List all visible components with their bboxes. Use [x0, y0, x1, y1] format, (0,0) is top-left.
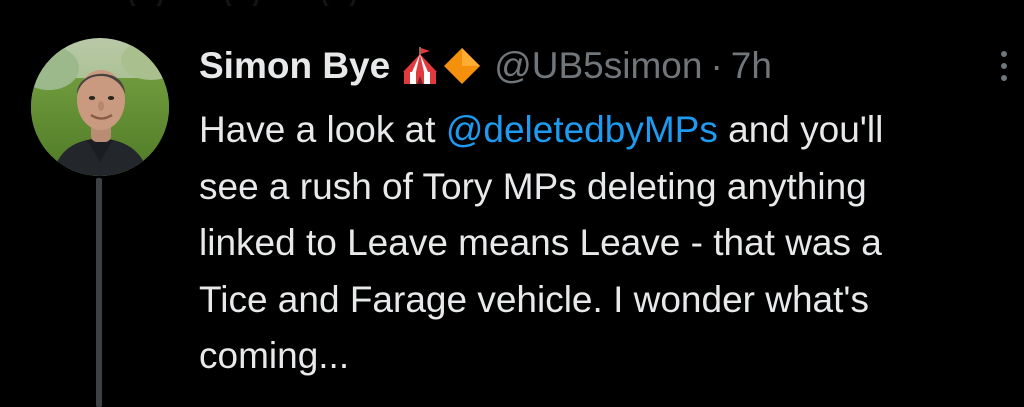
tweet-line-4: Tice and Farage vehicle. I wonder what's [199, 278, 869, 320]
tweet-text-segment: and you'll [717, 109, 884, 150]
tweet-header: Simon Bye @UB5simon · 7h [199, 40, 772, 92]
avatar-photo [31, 38, 169, 176]
tweet-line-3: linked to Leave means Leave - that was a [199, 222, 882, 263]
tweet-body: Have a look at @deletedbyMPs and you'll … [199, 102, 1024, 385]
circus-tent-icon [400, 46, 440, 86]
mention-link[interactable]: @deletedbyMPs [446, 109, 718, 150]
separator-dot: · [710, 45, 723, 86]
like-icon [322, 0, 355, 6]
tweet-text-segment: Have a look at [199, 109, 446, 150]
more-vertical-icon [1001, 51, 1007, 81]
author-handle[interactable]: @UB5simon [494, 40, 702, 92]
avatar[interactable] [31, 38, 169, 176]
previous-tweet-actions-remnant [130, 0, 490, 6]
thread-connector-line [96, 178, 102, 407]
tweet-timestamp[interactable]: 7h [731, 40, 772, 92]
orange-diamond-icon [442, 46, 482, 86]
tweet-line-5: coming... [199, 335, 350, 376]
author-display-name[interactable]: Simon Bye [199, 40, 390, 92]
retweet-icon [226, 0, 259, 6]
tweet-line-1: Have a look at @deletedbyMPs and you'll [199, 102, 1024, 159]
reply-icon [130, 0, 162, 6]
tweet-line-2: see a rush of Tory MPs deleting anything [199, 165, 867, 207]
more-options-button[interactable] [996, 46, 1012, 86]
